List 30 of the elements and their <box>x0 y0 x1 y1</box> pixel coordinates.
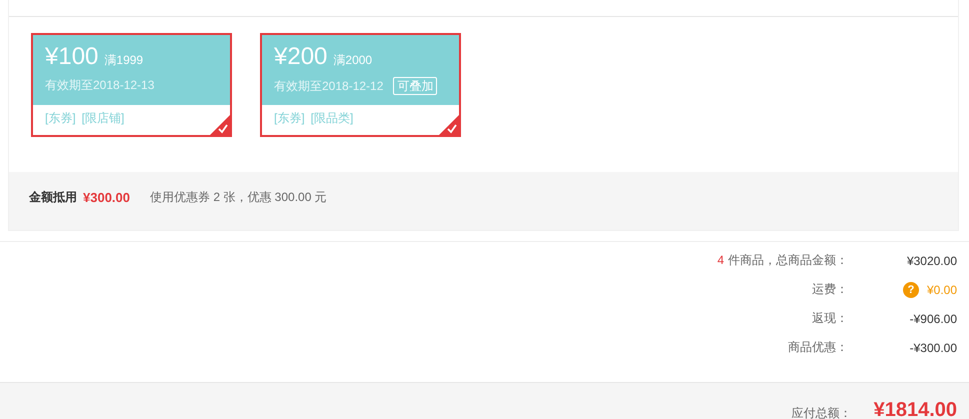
summary-label: 返现： <box>812 311 848 325</box>
summary-value: ¥3020.00 <box>906 254 957 268</box>
summary-value: -¥300.00 <box>910 340 957 354</box>
coupon-amount: ¥100 <box>45 43 98 71</box>
summary-label: 运费： <box>812 282 848 296</box>
check-corner-icon <box>210 115 230 135</box>
coupon-card[interactable]: ¥100 满1999 有效期至2018-12-13 [东券] [限店铺] <box>31 33 232 137</box>
coupon-tag: [限店铺] <box>82 110 124 127</box>
total-label: 应付总额： <box>792 405 852 419</box>
coupon-card[interactable]: ¥200 满2000 有效期至2018-12-12 可叠加 [东券] [限品类] <box>260 33 461 137</box>
coupon-tag: [东券] <box>45 110 76 127</box>
coupon-validity: 有效期至2018-12-12 <box>274 78 384 94</box>
summary-label: 件商品，总商品金额： <box>728 253 848 267</box>
item-count: 4 <box>717 253 724 267</box>
coupon-condition: 满2000 <box>333 52 372 69</box>
coupon-note: 使用优惠券 2 张，优惠 300.00 元 <box>150 188 327 206</box>
coupon-tag: [限品类] <box>310 110 354 127</box>
summary-value: ¥0.00 <box>926 282 957 296</box>
check-corner-icon <box>439 115 459 135</box>
coupon-amount: ¥200 <box>274 43 328 71</box>
help-icon[interactable]: ? <box>902 282 919 298</box>
deduction-amount: ¥300.00 <box>83 190 130 204</box>
total-amount: ¥1814.00 <box>874 399 957 419</box>
coupon-tag: [东券] <box>274 110 305 127</box>
coupon-condition: 满1999 <box>104 52 144 69</box>
summary-value: -¥906.00 <box>910 312 957 326</box>
summary-label: 商品优惠： <box>788 340 848 354</box>
deduction-label: 金额抵用 <box>29 188 77 206</box>
stackable-badge: 可叠加 <box>393 77 438 95</box>
coupon-validity: 有效期至2018-12-13 <box>45 77 154 94</box>
